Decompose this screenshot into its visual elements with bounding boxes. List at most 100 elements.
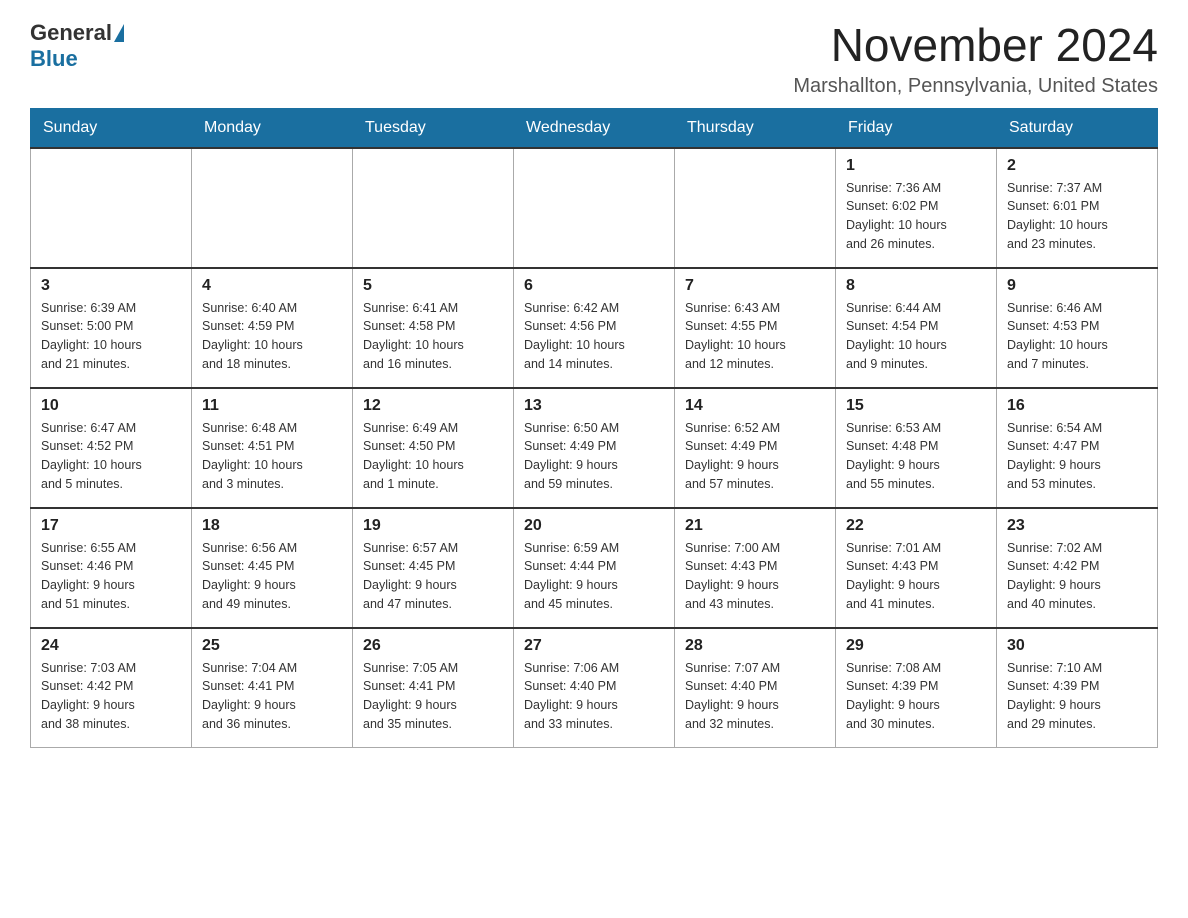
day-info: Sunrise: 7:01 AM Sunset: 4:43 PM Dayligh… xyxy=(846,539,986,614)
day-number: 17 xyxy=(41,517,181,535)
day-number: 29 xyxy=(846,637,986,655)
day-info: Sunrise: 7:00 AM Sunset: 4:43 PM Dayligh… xyxy=(685,539,825,614)
calendar-cell: 26Sunrise: 7:05 AM Sunset: 4:41 PM Dayli… xyxy=(353,628,514,748)
day-number: 22 xyxy=(846,517,986,535)
day-info: Sunrise: 6:53 AM Sunset: 4:48 PM Dayligh… xyxy=(846,419,986,494)
day-info: Sunrise: 7:37 AM Sunset: 6:01 PM Dayligh… xyxy=(1007,179,1147,254)
calendar-cell xyxy=(675,148,836,268)
logo-triangle-icon xyxy=(114,24,124,42)
title-block: November 2024 Marshallton, Pennsylvania,… xyxy=(793,20,1158,98)
calendar-cell: 12Sunrise: 6:49 AM Sunset: 4:50 PM Dayli… xyxy=(353,388,514,508)
calendar-cell: 10 Sunrise: 6:47 AM Sunset: 4:52 PM Dayli… xyxy=(31,388,192,508)
calendar-header-monday: Monday xyxy=(192,108,353,148)
calendar-header-wednesday: Wednesday xyxy=(514,108,675,148)
calendar-cell: 19 Sunrise: 6:57 AM Sunset: 4:45 PM Dayli… xyxy=(353,508,514,628)
calendar-cell: 11Sunrise: 6:48 AM Sunset: 4:51 PM Dayli… xyxy=(192,388,353,508)
day-info: Sunrise: 6:54 AM Sunset: 4:47 PM Dayligh… xyxy=(1007,419,1147,494)
day-number: 15 xyxy=(846,397,986,415)
calendar-header-row: SundayMondayTuesdayWednesdayThursdayFrid… xyxy=(31,108,1158,148)
week-row-1: 1 Sunrise: 7:36 AM Sunset: 6:02 PM Daylig… xyxy=(31,148,1158,268)
calendar-cell: 17Sunrise: 6:55 AM Sunset: 4:46 PM Dayli… xyxy=(31,508,192,628)
day-info: Sunrise: 6:46 AM Sunset: 4:53 PM Dayligh… xyxy=(1007,299,1147,374)
day-info: Sunrise: 6:57 AM Sunset: 4:45 PM Dayligh… xyxy=(363,539,503,614)
calendar-cell xyxy=(192,148,353,268)
calendar-cell xyxy=(353,148,514,268)
week-row-5: 24 Sunrise: 7:03 AM Sunset: 4:42 PM Dayli… xyxy=(31,628,1158,748)
calendar-cell: 13 Sunrise: 6:50 AM Sunset: 4:49 PM Dayli… xyxy=(514,388,675,508)
day-number: 11 xyxy=(202,397,342,415)
day-number: 6 xyxy=(524,277,664,295)
page-header: General Blue November 2024 Marshallton, … xyxy=(30,20,1158,98)
calendar-cell: 20 Sunrise: 6:59 AM Sunset: 4:44 PM Dayli… xyxy=(514,508,675,628)
calendar-cell xyxy=(514,148,675,268)
day-number: 9 xyxy=(1007,277,1147,295)
day-number: 21 xyxy=(685,517,825,535)
calendar-cell: 9 Sunrise: 6:46 AM Sunset: 4:53 PM Daylig… xyxy=(997,268,1158,388)
day-info: Sunrise: 7:02 AM Sunset: 4:42 PM Dayligh… xyxy=(1007,539,1147,614)
day-info: Sunrise: 6:47 AM Sunset: 4:52 PM Dayligh… xyxy=(41,419,181,494)
day-info: Sunrise: 6:50 AM Sunset: 4:49 PM Dayligh… xyxy=(524,419,664,494)
logo: General Blue xyxy=(30,20,126,72)
day-number: 18 xyxy=(202,517,342,535)
calendar-cell: 1 Sunrise: 7:36 AM Sunset: 6:02 PM Daylig… xyxy=(836,148,997,268)
day-info: Sunrise: 7:36 AM Sunset: 6:02 PM Dayligh… xyxy=(846,179,986,254)
day-number: 12 xyxy=(363,397,503,415)
day-number: 20 xyxy=(524,517,664,535)
calendar-cell: 21 Sunrise: 7:00 AM Sunset: 4:43 PM Dayli… xyxy=(675,508,836,628)
day-info: Sunrise: 7:03 AM Sunset: 4:42 PM Dayligh… xyxy=(41,659,181,734)
day-number: 8 xyxy=(846,277,986,295)
calendar-cell: 22 Sunrise: 7:01 AM Sunset: 4:43 PM Dayli… xyxy=(836,508,997,628)
day-number: 16 xyxy=(1007,397,1147,415)
calendar-cell: 14 Sunrise: 6:52 AM Sunset: 4:49 PM Dayli… xyxy=(675,388,836,508)
week-row-3: 10 Sunrise: 6:47 AM Sunset: 4:52 PM Dayli… xyxy=(31,388,1158,508)
day-number: 4 xyxy=(202,277,342,295)
day-info: Sunrise: 6:42 AM Sunset: 4:56 PM Dayligh… xyxy=(524,299,664,374)
calendar-header-tuesday: Tuesday xyxy=(353,108,514,148)
day-info: Sunrise: 7:04 AM Sunset: 4:41 PM Dayligh… xyxy=(202,659,342,734)
calendar-cell: 24 Sunrise: 7:03 AM Sunset: 4:42 PM Dayli… xyxy=(31,628,192,748)
day-number: 7 xyxy=(685,277,825,295)
day-number: 24 xyxy=(41,637,181,655)
week-row-4: 17Sunrise: 6:55 AM Sunset: 4:46 PM Dayli… xyxy=(31,508,1158,628)
calendar-header-saturday: Saturday xyxy=(997,108,1158,148)
day-number: 13 xyxy=(524,397,664,415)
subtitle: Marshallton, Pennsylvania, United States xyxy=(793,75,1158,98)
day-number: 3 xyxy=(41,277,181,295)
calendar-cell: 30 Sunrise: 7:10 AM Sunset: 4:39 PM Dayli… xyxy=(997,628,1158,748)
day-number: 23 xyxy=(1007,517,1147,535)
calendar-cell: 15 Sunrise: 6:53 AM Sunset: 4:48 PM Dayli… xyxy=(836,388,997,508)
calendar-cell: 25Sunrise: 7:04 AM Sunset: 4:41 PM Dayli… xyxy=(192,628,353,748)
calendar-cell: 23 Sunrise: 7:02 AM Sunset: 4:42 PM Dayli… xyxy=(997,508,1158,628)
calendar-cell xyxy=(31,148,192,268)
calendar-cell: 3 Sunrise: 6:39 AM Sunset: 5:00 PM Daylig… xyxy=(31,268,192,388)
day-number: 1 xyxy=(846,157,986,175)
day-number: 14 xyxy=(685,397,825,415)
day-number: 27 xyxy=(524,637,664,655)
day-number: 2 xyxy=(1007,157,1147,175)
day-info: Sunrise: 7:10 AM Sunset: 4:39 PM Dayligh… xyxy=(1007,659,1147,734)
day-number: 30 xyxy=(1007,637,1147,655)
calendar-header-friday: Friday xyxy=(836,108,997,148)
day-info: Sunrise: 7:08 AM Sunset: 4:39 PM Dayligh… xyxy=(846,659,986,734)
day-info: Sunrise: 6:39 AM Sunset: 5:00 PM Dayligh… xyxy=(41,299,181,374)
day-info: Sunrise: 7:06 AM Sunset: 4:40 PM Dayligh… xyxy=(524,659,664,734)
day-number: 5 xyxy=(363,277,503,295)
day-info: Sunrise: 6:43 AM Sunset: 4:55 PM Dayligh… xyxy=(685,299,825,374)
day-info: Sunrise: 6:40 AM Sunset: 4:59 PM Dayligh… xyxy=(202,299,342,374)
day-info: Sunrise: 6:41 AM Sunset: 4:58 PM Dayligh… xyxy=(363,299,503,374)
calendar-header-sunday: Sunday xyxy=(31,108,192,148)
day-info: Sunrise: 6:56 AM Sunset: 4:45 PM Dayligh… xyxy=(202,539,342,614)
day-number: 19 xyxy=(363,517,503,535)
week-row-2: 3 Sunrise: 6:39 AM Sunset: 5:00 PM Daylig… xyxy=(31,268,1158,388)
calendar-cell: 5 Sunrise: 6:41 AM Sunset: 4:58 PM Daylig… xyxy=(353,268,514,388)
day-info: Sunrise: 6:52 AM Sunset: 4:49 PM Dayligh… xyxy=(685,419,825,494)
calendar-cell: 28Sunrise: 7:07 AM Sunset: 4:40 PM Dayli… xyxy=(675,628,836,748)
calendar-cell: 4 Sunrise: 6:40 AM Sunset: 4:59 PM Daylig… xyxy=(192,268,353,388)
calendar-cell: 6 Sunrise: 6:42 AM Sunset: 4:56 PM Daylig… xyxy=(514,268,675,388)
day-number: 28 xyxy=(685,637,825,655)
day-number: 10 xyxy=(41,397,181,415)
day-number: 26 xyxy=(363,637,503,655)
logo-blue-text: Blue xyxy=(30,46,78,71)
day-info: Sunrise: 6:59 AM Sunset: 4:44 PM Dayligh… xyxy=(524,539,664,614)
calendar-table: SundayMondayTuesdayWednesdayThursdayFrid… xyxy=(30,108,1158,749)
